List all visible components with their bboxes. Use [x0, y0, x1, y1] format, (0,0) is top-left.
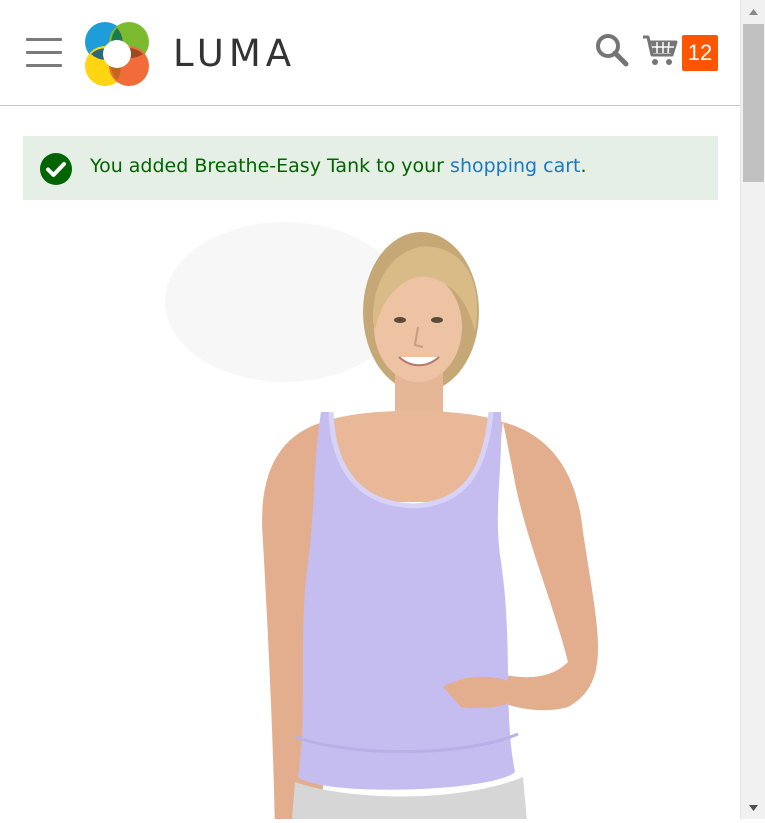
hamburger-icon-bar: [26, 51, 62, 54]
message-prefix: You added Breathe-Easy Tank to your: [90, 155, 451, 177]
menu-toggle-button[interactable]: [24, 35, 64, 69]
luma-logo-mark-icon: [85, 22, 149, 86]
triangle-down-icon: [749, 805, 758, 811]
shopping-cart-link[interactable]: shopping cart: [450, 155, 580, 177]
search-button[interactable]: [594, 32, 630, 68]
page-viewport: LUMA 12 You added Breathe-Easy Tank to y…: [0, 0, 740, 819]
scroll-up-button[interactable]: [741, 0, 765, 22]
product-photo: [165, 222, 598, 819]
scroll-down-button[interactable]: [741, 797, 765, 819]
hamburger-icon-bar: [26, 64, 62, 67]
check-circle-icon: [40, 153, 72, 185]
minicart-button[interactable]: 12: [642, 33, 722, 73]
success-message: You added Breathe-Easy Tank to your shop…: [23, 136, 718, 200]
search-icon: [596, 34, 629, 67]
success-message-text: You added Breathe-Easy Tank to your shop…: [90, 155, 587, 177]
triangle-up-icon: [749, 9, 758, 15]
hamburger-icon: [26, 38, 62, 41]
luma-logo[interactable]: LUMA: [83, 20, 313, 88]
vertical-scrollbar[interactable]: [740, 0, 765, 819]
cart-icon: [643, 35, 678, 65]
logo-wordmark: LUMA: [173, 32, 297, 75]
page-header: LUMA 12: [0, 0, 740, 106]
message-suffix: .: [580, 155, 587, 177]
product-image[interactable]: [23, 212, 718, 819]
cart-count-badge: 12: [682, 35, 718, 71]
scrollbar-thumb[interactable]: [743, 24, 764, 182]
